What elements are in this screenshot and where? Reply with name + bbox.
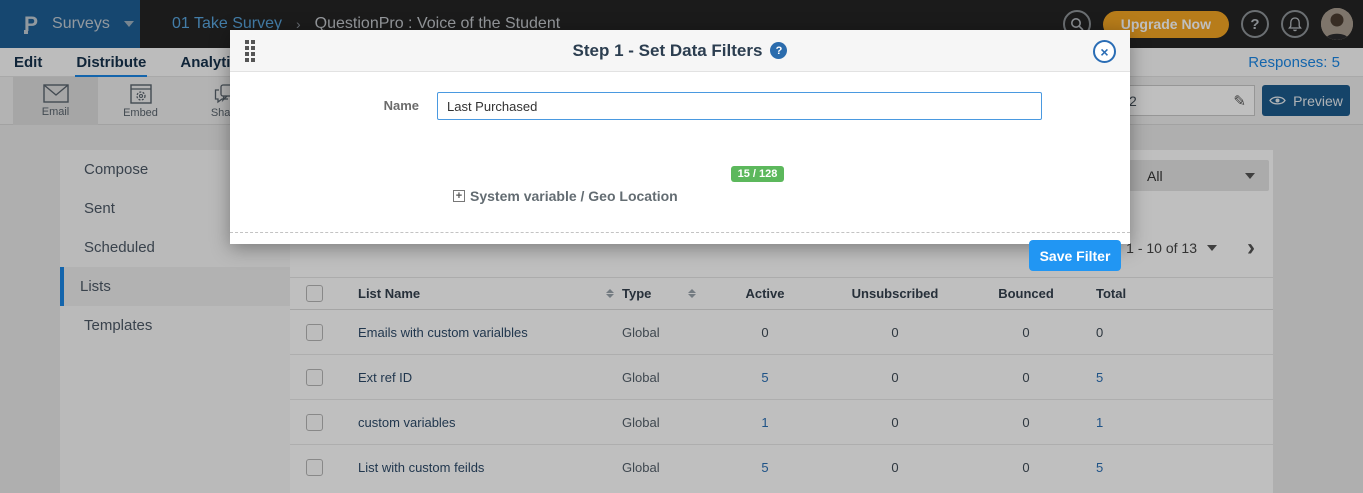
filter-name-row: Name <box>230 92 1130 120</box>
system-variable-link[interactable]: + System variable / Geo Location <box>453 188 678 204</box>
modal-header: Step 1 - Set Data Filters ? × <box>230 30 1130 72</box>
drag-handle-icon[interactable] <box>245 40 255 62</box>
app-window: P Surveys 01 Take Survey › QuestionPro :… <box>0 0 1363 493</box>
char-count-badge: 15 / 128 <box>731 166 785 182</box>
modal-body: Name 15 / 128 + System variable / Geo Lo… <box>230 72 1130 243</box>
expand-plus-icon: + <box>453 190 465 202</box>
set-data-filters-modal: Step 1 - Set Data Filters ? × Name 15 / … <box>230 30 1130 244</box>
save-filter-button[interactable]: Save Filter <box>1029 240 1121 271</box>
close-icon[interactable]: × <box>1093 40 1116 63</box>
filter-name-input[interactable] <box>437 92 1042 120</box>
name-label: Name <box>230 92 437 120</box>
footer-divider <box>230 232 1130 233</box>
modal-title: Step 1 - Set Data Filters ? <box>573 41 788 61</box>
system-variable-label: System variable / Geo Location <box>470 188 678 204</box>
help-icon[interactable]: ? <box>770 42 787 59</box>
char-count-wrap: 15 / 128 <box>455 164 1060 182</box>
